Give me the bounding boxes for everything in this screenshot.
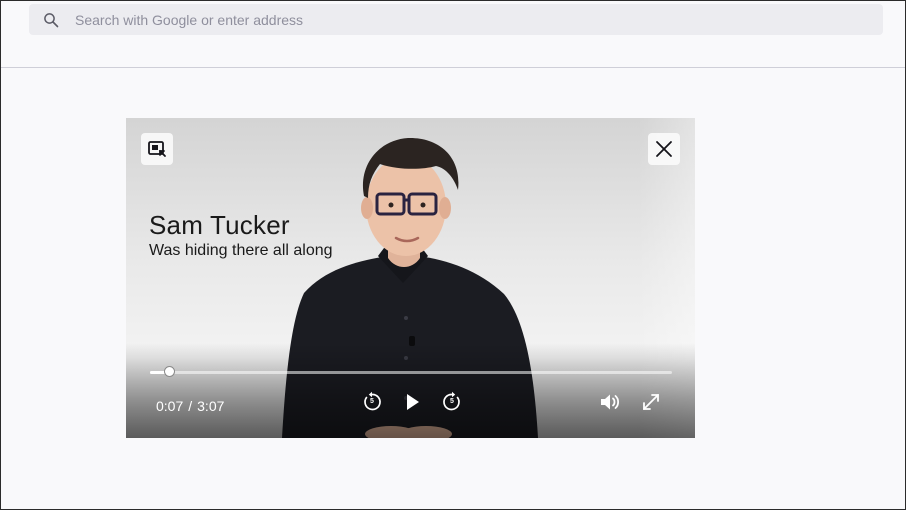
time-display: 0:07 / 3:07 [156,398,224,414]
play-icon [407,394,419,410]
rewind-button[interactable]: 5 [360,390,384,414]
speaker-name: Sam Tucker [149,210,290,240]
volume-icon [601,394,620,410]
time-separator: / [188,398,193,414]
play-button[interactable] [400,390,424,414]
close-button[interactable] [648,133,680,165]
forward-seconds: 5 [450,398,454,405]
close-icon [656,141,672,157]
scrubber-thumb[interactable] [164,366,175,377]
url-bar[interactable] [29,4,883,35]
current-time: 0:07 [156,398,184,414]
picture-in-picture-window[interactable]: Sam Tucker Was hiding there all along 0:… [126,118,695,438]
forward-button[interactable]: 5 [440,390,464,414]
pip-toggle-button[interactable] [141,133,173,165]
scrubber-track [150,371,672,374]
video-lower-third: Sam Tucker Was hiding there all along [149,210,333,262]
progress-scrubber[interactable] [150,366,672,377]
fullscreen-button[interactable] [639,390,663,414]
duration: 3:07 [197,398,225,414]
pip-toggle-icon [148,141,166,157]
speaker-tagline: Was hiding there all along [149,242,333,259]
toolbar [1,1,905,68]
fullscreen-icon [643,394,659,410]
rewind-seconds: 5 [370,398,374,405]
volume-button[interactable] [598,390,622,414]
search-icon [44,12,59,27]
browser-window: Sam Tucker Was hiding there all along [0,0,906,510]
address-input[interactable] [75,11,835,28]
